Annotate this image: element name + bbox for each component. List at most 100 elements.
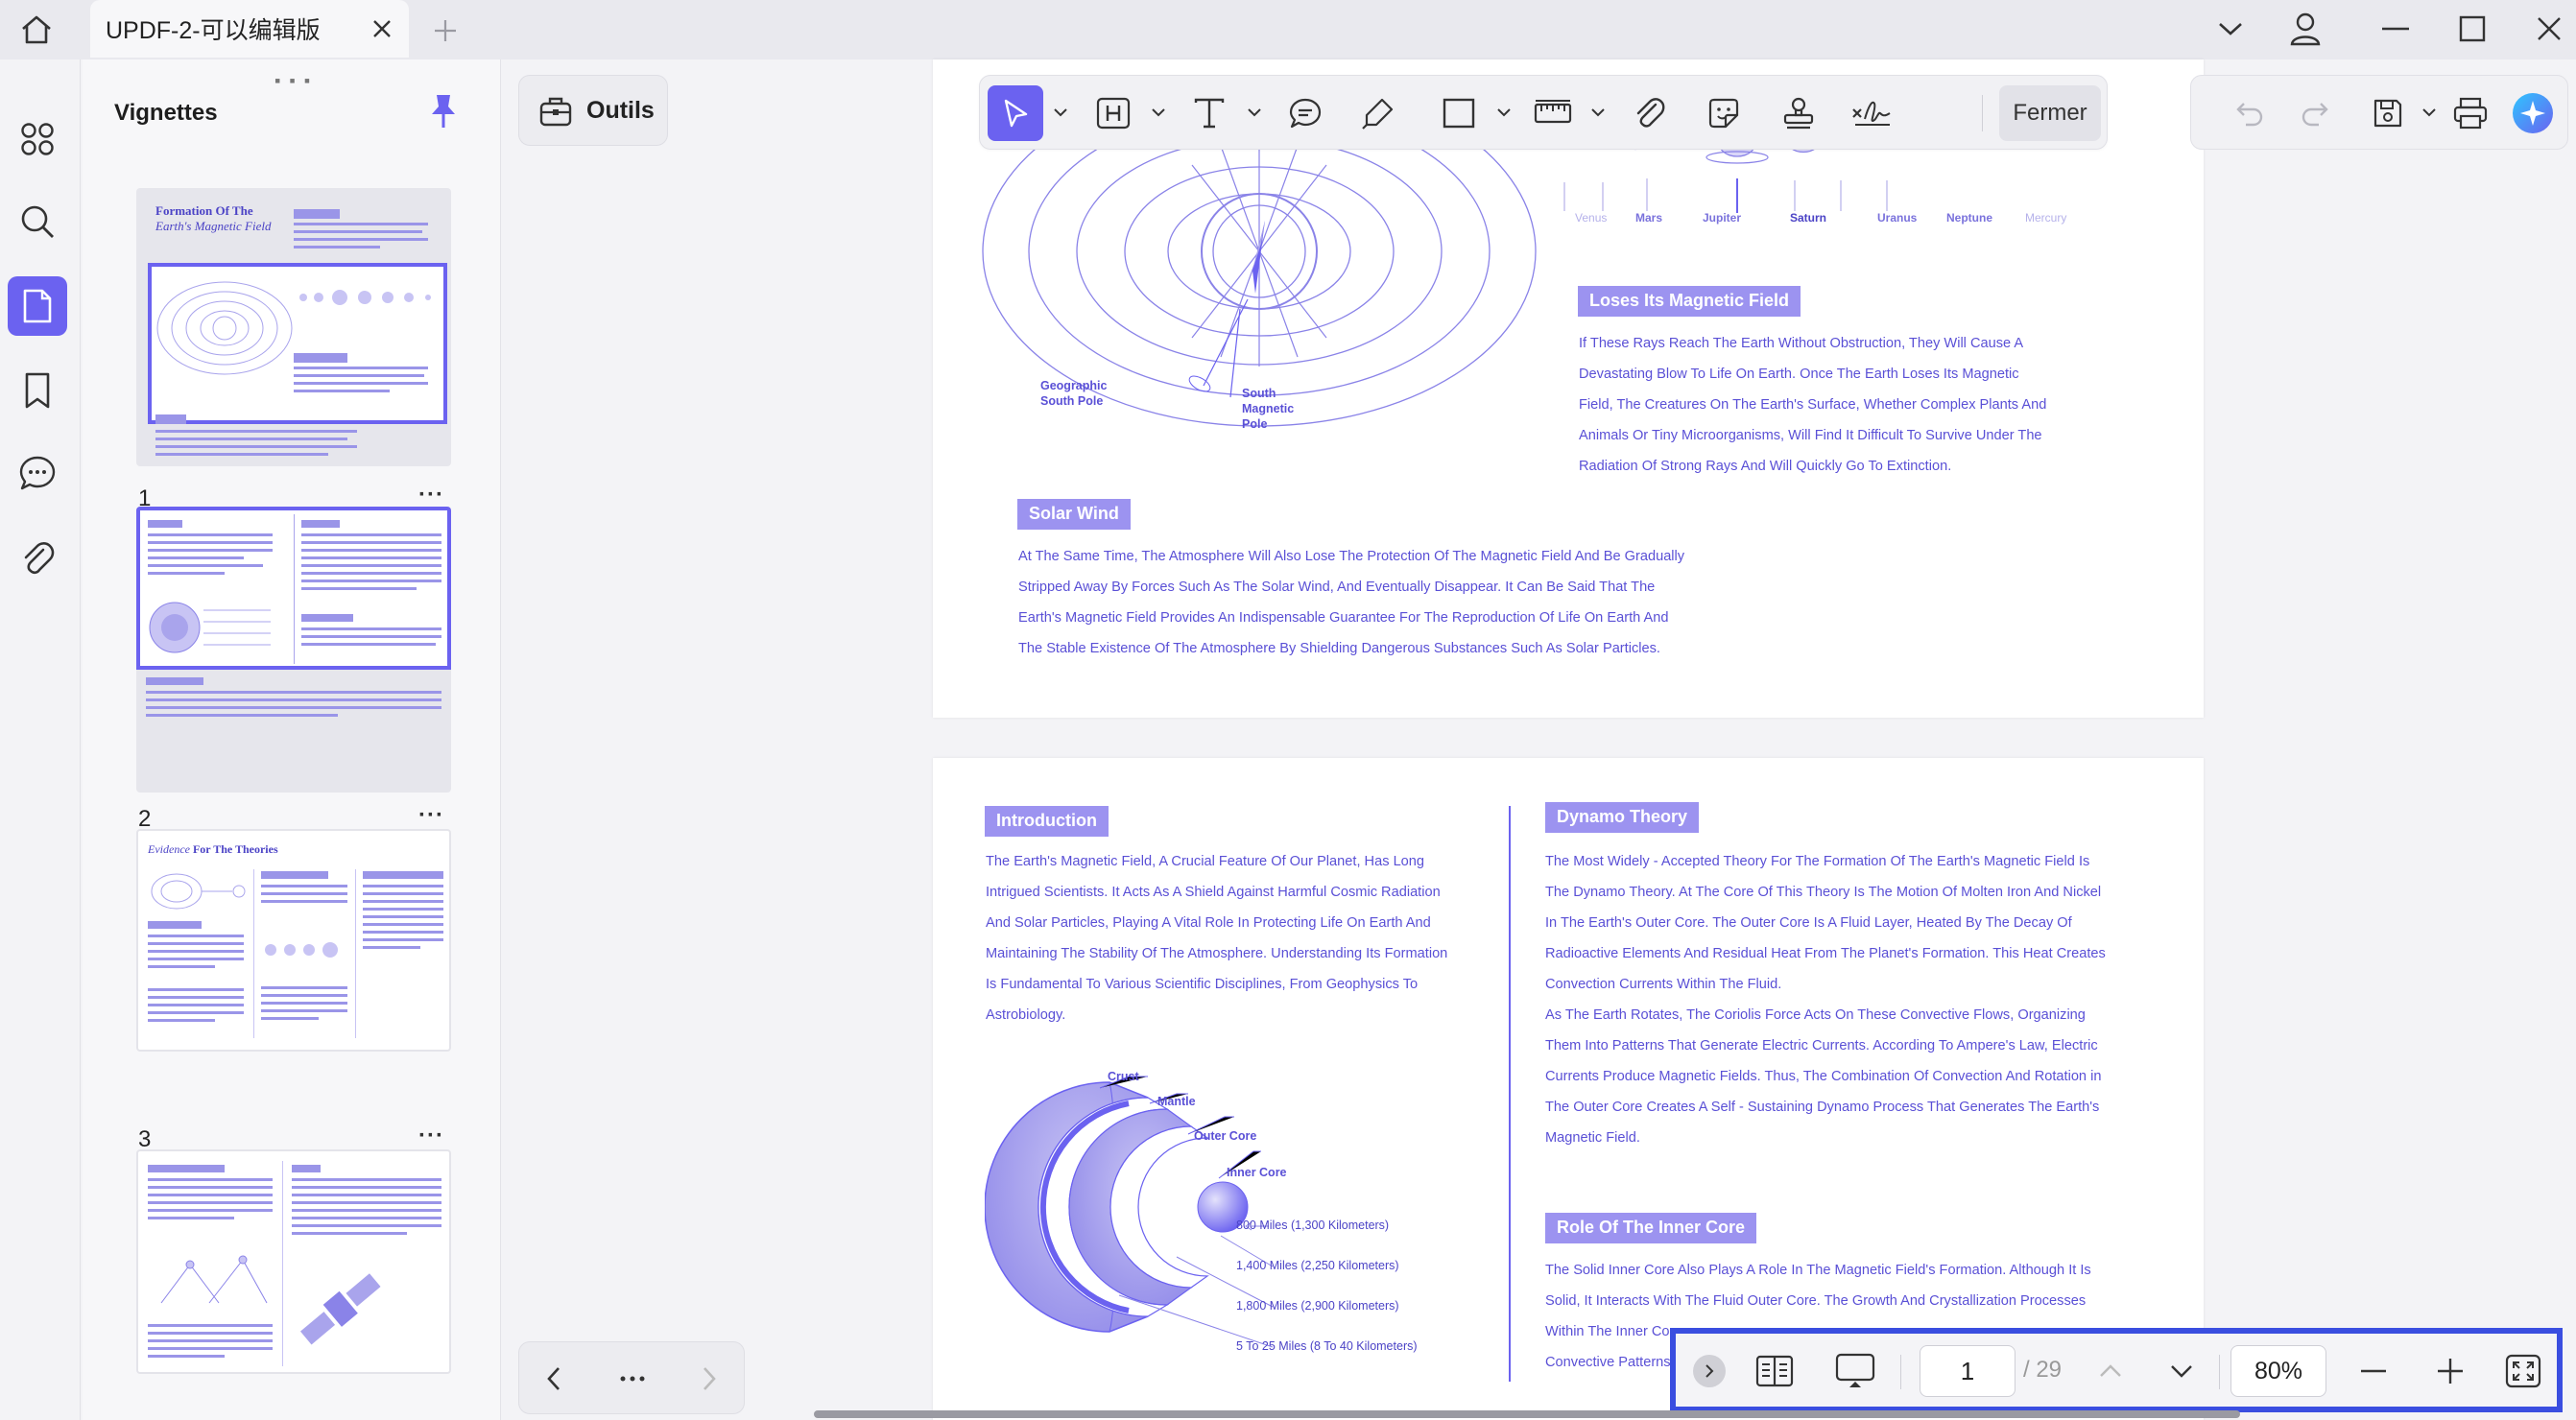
sticker-tool-button[interactable] — [1696, 85, 1752, 141]
minus-icon — [2361, 1369, 2386, 1373]
zoom-in-button[interactable] — [2428, 1349, 2472, 1393]
pin-panel-button[interactable] — [424, 92, 463, 130]
text-line: Currents Produce Magnetic Fields. Thus, … — [1545, 1069, 2102, 1084]
account-button[interactable] — [2282, 8, 2328, 50]
chevron-down-icon — [1152, 107, 1165, 116]
document-page-2: Introduction The Earth's Magnetic Field,… — [933, 758, 2204, 1420]
panel-drag-handle[interactable]: ▪ ▪ ▪ — [274, 71, 312, 91]
highlight-tool-button[interactable] — [1350, 85, 1406, 141]
close-icon — [2538, 17, 2561, 40]
tools-button[interactable]: Outils — [518, 75, 668, 146]
mag-south-label-line3: Pole — [1242, 417, 1268, 431]
document-page-1: Geographic South Pole South Magnetic Pol… — [933, 59, 2204, 718]
heading-tool-button[interactable] — [1085, 85, 1141, 141]
zoom-level-field[interactable]: 80% — [2230, 1345, 2326, 1397]
thumbnail-page-4[interactable] — [136, 1149, 451, 1374]
heading-tool-dropdown[interactable] — [1149, 103, 1168, 122]
section-body: The Most Widely - Accepted Theory For Th… — [1545, 846, 2159, 1153]
tabs-dropdown-button[interactable] — [2207, 8, 2254, 50]
thumbnail-page-1[interactable]: Formation Of The Earth's Magnetic Field — [136, 188, 451, 466]
thumbnails-button[interactable] — [8, 276, 67, 336]
section-heading: Loses Its Magnetic Field — [1578, 286, 1801, 317]
close-window-button[interactable] — [2526, 8, 2572, 50]
layer-label: Mantle — [1157, 1095, 1196, 1108]
zoom-out-button[interactable] — [2351, 1349, 2396, 1393]
page-number-input[interactable] — [1920, 1345, 2015, 1397]
page-layout-button[interactable] — [1753, 1349, 1797, 1393]
toolbar-separator — [1982, 95, 1983, 131]
text-line: In The Earth's Outer Core. The Outer Cor… — [1545, 915, 2072, 931]
text-line: Them Into Patterns That Generate Electri… — [1545, 1038, 2098, 1053]
save-button[interactable] — [2360, 85, 2416, 141]
previous-page-button[interactable] — [531, 1356, 577, 1402]
document-tab[interactable]: UPDF-2-可以编辑版 — [90, 0, 409, 58]
previous-page-button[interactable] — [2088, 1349, 2133, 1393]
fit-page-button[interactable] — [2501, 1349, 2545, 1393]
undo-button[interactable] — [2220, 85, 2276, 141]
collapse-bar-button[interactable] — [1693, 1355, 1726, 1387]
user-icon — [2290, 12, 2321, 46]
select-tool-dropdown[interactable] — [1051, 103, 1070, 122]
measure-tool-button[interactable] — [1525, 85, 1581, 141]
text-line: Magnetic Field. — [1545, 1130, 1640, 1146]
select-tool-button[interactable] — [988, 85, 1043, 141]
thumb-2-core-diagram — [149, 602, 271, 653]
bookmarks-button[interactable] — [8, 361, 67, 420]
book-layout-icon — [1755, 1355, 1794, 1387]
save-dropdown[interactable] — [2420, 103, 2439, 122]
signature-tool-button[interactable] — [1844, 85, 1899, 141]
comments-button[interactable] — [8, 443, 67, 503]
geo-south-label-line1: Geographic — [1040, 379, 1108, 392]
panel-title: Vignettes — [114, 100, 218, 126]
planet-label: Venus — [1575, 211, 1608, 225]
thumbnail-more-button[interactable]: ··· — [418, 802, 444, 829]
measure-tool-dropdown[interactable] — [1588, 103, 1608, 122]
home-button[interactable] — [13, 9, 60, 51]
text-tool-dropdown[interactable] — [1245, 103, 1264, 122]
thumbnail-more-button[interactable]: ··· — [418, 482, 444, 509]
thumb-3-title-b: For The Theories — [192, 842, 278, 856]
paperclip-icon — [24, 542, 55, 575]
thumbnail-more-button[interactable]: ··· — [418, 1123, 444, 1149]
attachment-tool-button[interactable] — [1621, 85, 1677, 141]
printer-icon — [2453, 97, 2488, 130]
minimize-button[interactable] — [2373, 8, 2419, 50]
text-line: If These Rays Reach The Earth Without Ob… — [1579, 336, 2024, 351]
section-heading: Introduction — [985, 806, 1109, 837]
separator — [1900, 1355, 1901, 1389]
comment-tool-button[interactable] — [1277, 85, 1333, 141]
thumb-4-diagram — [160, 1255, 268, 1304]
chevron-down-icon — [2171, 1365, 2192, 1378]
text-line: Field, The Creatures On The Earth's Surf… — [1579, 397, 2047, 413]
planet-label: Uranus — [1877, 211, 1918, 225]
ellipsis-icon — [620, 1376, 645, 1382]
geo-south-label-line2: South Pole — [1040, 394, 1104, 408]
redo-button[interactable] — [2289, 85, 2345, 141]
thumbnail-page-3[interactable]: Evidence For The Theories — [136, 829, 451, 1052]
organize-pages-button[interactable] — [8, 109, 67, 169]
more-nav-button[interactable] — [609, 1356, 656, 1402]
new-tab-button[interactable] — [426, 12, 465, 50]
thumbnail-page-2[interactable] — [136, 507, 451, 793]
comment-icon — [19, 456, 56, 490]
print-button[interactable] — [2443, 85, 2498, 141]
chevron-down-icon — [2219, 23, 2242, 36]
stamp-tool-button[interactable] — [1771, 85, 1826, 141]
page-controls-bar: / 29 80% — [1670, 1328, 2563, 1412]
distance-label: 1,800 Miles (2,900 Kilometers) — [1236, 1299, 1399, 1313]
presentation-button[interactable] — [1833, 1349, 1877, 1393]
minimize-icon — [2382, 27, 2409, 31]
planet-label: Saturn — [1790, 211, 1827, 225]
tab-close-button[interactable] — [361, 8, 403, 50]
ai-assistant-button[interactable] — [2508, 85, 2558, 141]
horizontal-scrollbar[interactable] — [814, 1410, 2240, 1418]
maximize-button[interactable] — [2449, 8, 2495, 50]
next-page-button[interactable] — [2159, 1349, 2204, 1393]
shape-tool-dropdown[interactable] — [1494, 103, 1514, 122]
next-page-button[interactable] — [686, 1356, 732, 1402]
attachments-button[interactable] — [8, 530, 67, 589]
text-tool-button[interactable] — [1181, 85, 1237, 141]
rectangle-tool-button[interactable] — [1431, 85, 1487, 141]
search-button[interactable] — [8, 192, 67, 251]
close-toolbar-button[interactable]: Fermer — [1999, 85, 2101, 141]
